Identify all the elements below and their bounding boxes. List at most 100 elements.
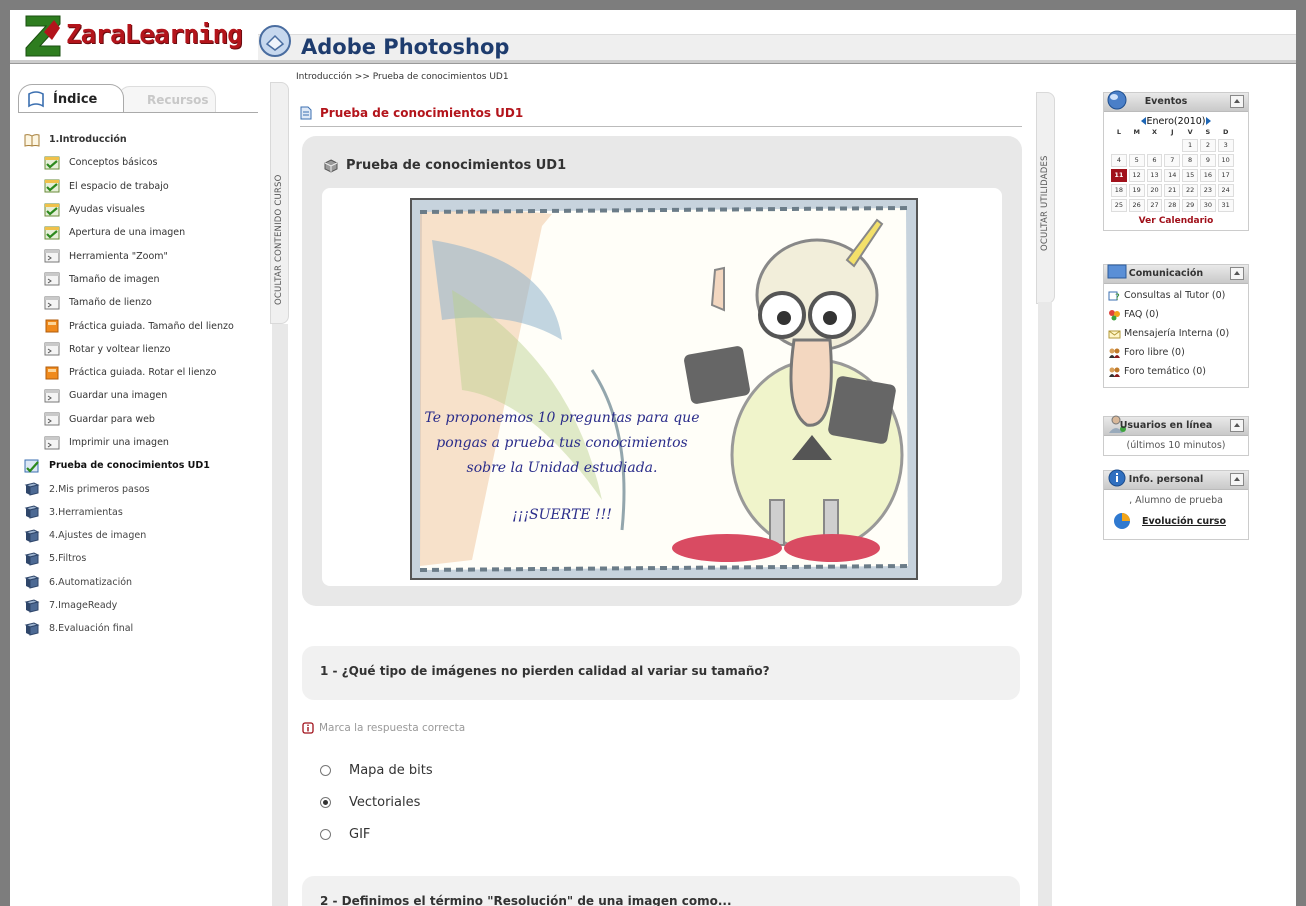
tree-item[interactable]: Apertura de una imagen <box>24 221 268 244</box>
calendar-day[interactable]: 31 <box>1217 199 1234 212</box>
calendar-day[interactable]: 15 <box>1182 169 1198 182</box>
calendar-day[interactable]: 23 <box>1199 184 1216 197</box>
calendar-day[interactable]: 14 <box>1164 169 1181 182</box>
mail-icon <box>1108 330 1121 339</box>
logo[interactable]: ZaraLearning <box>24 12 243 58</box>
calendar-day[interactable]: 9 <box>1199 154 1216 167</box>
test-intro-box: Prueba de conocimientos UD1 Te proponemo… <box>302 136 1022 606</box>
answer-options: Mapa de bits Vectoriales GIF <box>320 754 433 850</box>
student-name: , Alumno de prueba <box>1129 495 1223 506</box>
book-icon <box>24 599 40 613</box>
tree-item-label: El espacio de trabajo <box>69 180 169 192</box>
tree-item-label: Guardar para web <box>69 413 155 425</box>
calendar-day[interactable]: 18 <box>1111 184 1127 197</box>
tab-recursos-label: Recursos <box>147 93 209 107</box>
communication-item[interactable]: ? Consultas al Tutor (0) <box>1108 288 1245 307</box>
book-icon <box>24 575 40 589</box>
communication-item[interactable]: Foro libre (0) <box>1108 345 1245 364</box>
tree-item[interactable]: Ayudas visuales <box>24 198 268 221</box>
tree-item-label: Tamaño de imagen <box>69 273 160 285</box>
book-icon <box>24 482 40 496</box>
view-calendar-link[interactable]: Ver Calendario <box>1110 213 1242 230</box>
tree-item[interactable]: 2.Mis primeros pasos <box>24 477 268 500</box>
answer-option[interactable]: Vectoriales <box>320 786 433 818</box>
box-header: Prueba de conocimientos UD1 <box>324 158 566 173</box>
tree-item[interactable]: 1.Introducción <box>24 128 268 151</box>
collapse-icon[interactable] <box>1230 473 1244 486</box>
radio-button[interactable] <box>320 828 331 840</box>
online-users-title: Usuarios en línea <box>1119 420 1213 431</box>
tree-item[interactable]: El espacio de trabajo <box>24 175 268 198</box>
calendar-day[interactable]: 16 <box>1199 169 1216 182</box>
communication-item[interactable]: Mensajería Interna (0) <box>1108 326 1245 345</box>
answer-hint: Marca la respuesta correcta <box>302 722 465 734</box>
calendar-day[interactable]: 3 <box>1217 139 1234 152</box>
calendar-day[interactable]: 12 <box>1128 169 1145 182</box>
calendar-day[interactable]: 26 <box>1128 199 1145 212</box>
next-month-icon[interactable] <box>1206 117 1212 125</box>
prev-month-icon[interactable] <box>1140 117 1146 125</box>
radio-button[interactable] <box>320 796 331 808</box>
calendar-day[interactable]: 22 <box>1182 184 1198 197</box>
tree-item[interactable]: Guardar una imagen <box>24 384 268 407</box>
calendar-day[interactable]: 27 <box>1146 199 1163 212</box>
tree-item[interactable]: Herramienta "Zoom" <box>24 244 268 267</box>
answer-option[interactable]: Mapa de bits <box>320 754 433 786</box>
hide-content-grip[interactable]: OCULTAR CONTENIDO CURSO <box>270 82 289 324</box>
calendar-day[interactable]: 19 <box>1128 184 1145 197</box>
hide-course-content-tab[interactable]: OCULTAR CONTENIDO CURSO <box>268 64 290 906</box>
answer-option[interactable]: GIF <box>320 818 433 850</box>
personal-info-title: Info. personal <box>1128 474 1204 485</box>
hide-utilities-tab[interactable]: OCULTAR UTILIDADES <box>1034 64 1056 906</box>
collapse-icon[interactable] <box>1230 95 1244 108</box>
tree-item[interactable]: 7.ImageReady <box>24 594 268 617</box>
calendar-day[interactable]: 13 <box>1146 169 1163 182</box>
tree-item[interactable]: Tamaño de imagen <box>24 268 268 291</box>
intro-line-2: pongas a prueba tus conocimientos <box>436 435 688 451</box>
tab-recursos[interactable]: Recursos <box>118 86 216 113</box>
document-icon <box>300 106 312 120</box>
calendar-day[interactable]: 17 <box>1217 169 1234 182</box>
tab-indice[interactable]: Índice <box>18 84 124 113</box>
collapse-icon[interactable] <box>1230 419 1244 432</box>
tree-item-label: 8.Evaluación final <box>49 623 134 635</box>
radio-button[interactable] <box>320 764 331 776</box>
calendar-day[interactable]: 30 <box>1199 199 1216 212</box>
tree-item-label: 2.Mis primeros pasos <box>49 483 150 495</box>
tree-item[interactable]: Práctica guiada. Tamaño del lienzo <box>24 314 268 337</box>
tree-item[interactable]: 6.Automatización <box>24 571 268 594</box>
calendar-day[interactable]: 7 <box>1164 154 1181 167</box>
calendar-day[interactable]: 2 <box>1199 139 1216 152</box>
tree-item[interactable]: 8.Evaluación final <box>24 617 268 640</box>
tree-item[interactable]: Imprimir una imagen <box>24 431 268 454</box>
tree-item[interactable]: Conceptos básicos <box>24 151 268 174</box>
calendar-day[interactable]: 4 <box>1111 154 1127 167</box>
communication-item[interactable]: FAQ (0) <box>1108 307 1245 326</box>
calendar-day[interactable]: 8 <box>1182 154 1198 167</box>
calendar-day[interactable]: 11 <box>1111 169 1127 182</box>
tree-item[interactable]: 5.Filtros <box>24 547 268 570</box>
communication-item[interactable]: Foro temático (0) <box>1108 364 1245 383</box>
calendar-day[interactable]: 10 <box>1217 154 1234 167</box>
tree-item[interactable]: Guardar para web <box>24 408 268 431</box>
calendar-day[interactable]: 20 <box>1146 184 1163 197</box>
breadcrumb[interactable]: Introducción >> Prueba de conocimientos … <box>296 72 509 82</box>
tree-item[interactable]: Rotar y voltear lienzo <box>24 338 268 361</box>
calendar-day[interactable]: 28 <box>1164 199 1181 212</box>
intro-text: Te proponemos 10 preguntas para que pong… <box>412 406 712 528</box>
calendar-day[interactable]: 6 <box>1146 154 1163 167</box>
calendar-day[interactable]: 5 <box>1128 154 1145 167</box>
tree-item[interactable]: 4.Ajustes de imagen <box>24 524 268 547</box>
tree-item[interactable]: Práctica guiada. Rotar el lienzo <box>24 361 268 384</box>
tree-item[interactable]: 3.Herramientas <box>24 501 268 524</box>
hide-utilities-grip[interactable]: OCULTAR UTILIDADES <box>1036 92 1055 304</box>
course-progress-link[interactable]: Evolución curso <box>1142 516 1226 527</box>
tree-item[interactable]: Prueba de conocimientos UD1 <box>24 454 268 477</box>
collapse-icon[interactable] <box>1230 267 1244 280</box>
calendar-day[interactable]: 25 <box>1111 199 1127 212</box>
calendar-day[interactable]: 1 <box>1182 139 1198 152</box>
tree-item[interactable]: Tamaño de lienzo <box>24 291 268 314</box>
calendar-day[interactable]: 21 <box>1164 184 1181 197</box>
calendar-day[interactable]: 24 <box>1217 184 1234 197</box>
calendar-day[interactable]: 29 <box>1182 199 1198 212</box>
